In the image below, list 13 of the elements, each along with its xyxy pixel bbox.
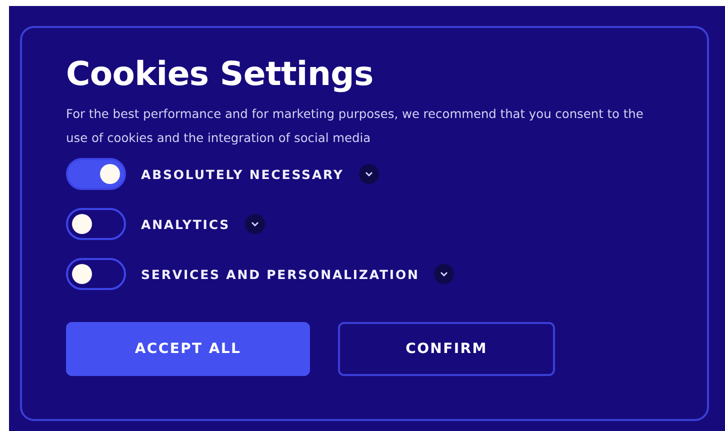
confirm-button[interactable]: CONFIRM: [338, 322, 555, 376]
toggle-switch[interactable]: [66, 208, 126, 240]
accept-all-button[interactable]: ACCEPT ALL: [66, 322, 310, 376]
toggle-switch[interactable]: [66, 158, 126, 190]
option-label: SERVICES AND PERSONALIZATION: [141, 266, 420, 282]
chevron-down-icon[interactable]: [358, 164, 379, 184]
toggle-switch[interactable]: [66, 258, 126, 290]
chevron-down-icon[interactable]: [245, 214, 266, 234]
option-label: ABSOLUTELY NECESSARY: [141, 166, 344, 182]
chevron-down-icon[interactable]: [434, 264, 454, 284]
description-text: For the best performance and for marketing purposes, we recommend that you consent to the use of cookies and the integration of social media: [66, 106, 644, 147]
option-label: ANALYTICS: [141, 216, 230, 232]
dialog-title: Cookies Settings: [66, 53, 374, 95]
